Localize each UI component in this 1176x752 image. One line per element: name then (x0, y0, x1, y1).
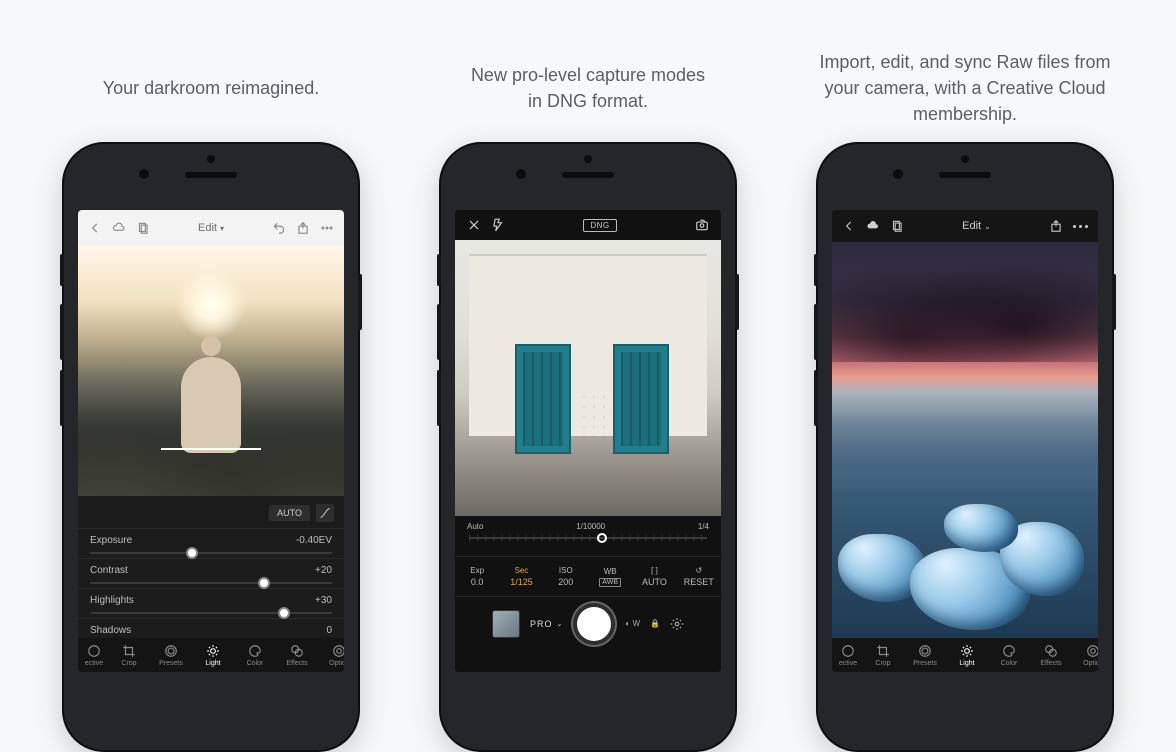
phone-mockup-3: Edit ⌄ ectiveCropPresetsLightColorEffect… (816, 142, 1114, 752)
back-icon[interactable] (842, 219, 856, 233)
tab-optics[interactable]: Optics (318, 644, 344, 667)
tab-effects[interactable]: Effects (1030, 644, 1072, 667)
shutter-button[interactable] (573, 603, 615, 645)
tool-tabbar: ectiveCropPresetsLightColorEffectsOptics (78, 638, 344, 672)
mode-dropdown[interactable]: Edit ⌄ (962, 220, 991, 232)
param-scale[interactable]: Auto1/100001/4 (455, 516, 721, 556)
preview-image (78, 246, 344, 496)
tool-tabbar: ectiveCropPresetsLightColorEffectsOptics… (832, 638, 1098, 672)
slider-highlights[interactable]: Highlights+30 (78, 588, 344, 618)
dial-[interactable]: ↺RESET (677, 557, 721, 596)
tab-ective[interactable]: ective (832, 644, 862, 667)
dial-iso[interactable]: ISO200 (544, 557, 588, 596)
cloud-icon[interactable] (866, 219, 880, 233)
format-badge[interactable]: DNG (583, 219, 616, 232)
undo-icon[interactable] (272, 221, 286, 235)
slider-contrast[interactable]: Contrast+20 (78, 558, 344, 588)
mode-dropdown[interactable]: Edit▾ (198, 222, 224, 234)
flash-icon[interactable] (491, 218, 505, 232)
wb-toggle-icon[interactable]: ◐ W (625, 619, 640, 628)
slider-shadows[interactable]: Shadows0 (78, 618, 344, 636)
caption-left: Your darkroom reimagined. (103, 40, 319, 136)
more-icon[interactable] (320, 221, 334, 235)
dial-wb[interactable]: WBAWB (588, 557, 632, 596)
slider-overlay[interactable] (161, 448, 261, 450)
camera-toolbar: DNG (455, 210, 721, 240)
auto-button[interactable]: AUTO (269, 505, 310, 521)
tab-optics[interactable]: Optics (1072, 644, 1098, 667)
dial-row: Exp0.0Sec1/125ISO200WBAWB[ ]AUTO↺RESET (455, 556, 721, 596)
copies-icon[interactable] (136, 221, 150, 235)
caption-right: Import, edit, and sync Raw files from yo… (806, 40, 1124, 136)
edit-toolbar: Edit▾ (78, 210, 344, 246)
back-icon[interactable] (88, 221, 102, 235)
tab-presets[interactable]: Presets (150, 644, 192, 667)
tab-color[interactable]: Color (234, 644, 276, 667)
tab-presets[interactable]: Presets (904, 644, 946, 667)
dial-exp[interactable]: Exp0.0 (455, 557, 499, 596)
last-photo-thumb[interactable] (492, 610, 520, 638)
tab-ective[interactable]: ective (78, 644, 108, 667)
tab-light[interactable]: Light (946, 644, 988, 667)
camera-viewfinder (455, 240, 721, 516)
mode-picker[interactable]: PRO⌄ (530, 619, 563, 629)
tab-effects[interactable]: Effects (276, 644, 318, 667)
tab-crop[interactable]: Crop (108, 644, 150, 667)
curves-button[interactable] (316, 504, 334, 522)
lock-icon[interactable]: 🔒 (650, 619, 660, 628)
dial-[interactable]: [ ]AUTO (632, 557, 676, 596)
slider-exposure[interactable]: Exposure-0.40EV (78, 528, 344, 558)
tab-color[interactable]: Color (988, 644, 1030, 667)
caption-center: New pro-level capture modes in DNG forma… (471, 40, 705, 136)
edit-toolbar-dark: Edit ⌄ (832, 210, 1098, 242)
phone-mockup-1: Edit▾ AUTO (62, 142, 360, 752)
settings-gear-icon[interactable] (670, 617, 684, 631)
share-icon[interactable] (296, 221, 310, 235)
dial-sec[interactable]: Sec1/125 (499, 557, 543, 596)
tab-light[interactable]: Light (192, 644, 234, 667)
switch-camera-icon[interactable] (695, 218, 709, 232)
close-icon[interactable] (467, 218, 481, 232)
cloud-icon[interactable] (112, 221, 126, 235)
share-icon[interactable] (1049, 219, 1063, 233)
more-icon[interactable] (1073, 225, 1088, 228)
copies-icon[interactable] (890, 219, 904, 233)
phone-mockup-2: DNG Auto1/100001/4 Exp0.0Sec1/125ISO200W… (439, 142, 737, 752)
preview-image (832, 242, 1098, 638)
tab-crop[interactable]: Crop (862, 644, 904, 667)
